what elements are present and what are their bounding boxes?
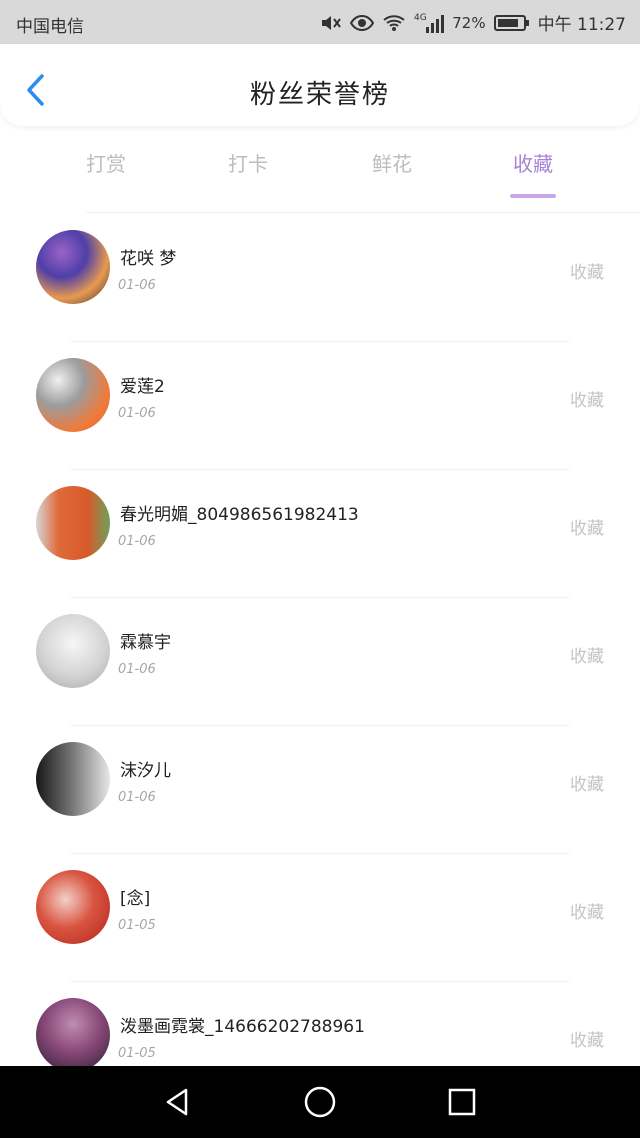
date-label: 01-06 bbox=[118, 534, 156, 549]
tab-divider bbox=[86, 212, 640, 213]
action-label[interactable]: 收藏 bbox=[570, 642, 604, 667]
avatar[interactable] bbox=[36, 742, 110, 816]
user-name: [念] bbox=[120, 889, 151, 909]
square-recent-icon bbox=[448, 1088, 476, 1116]
user-name: 泼墨画霓裳_14666202788961 bbox=[120, 1017, 365, 1037]
user-name: 春光明媚_804986561982413 bbox=[120, 505, 359, 525]
nav-recent-button[interactable] bbox=[444, 1084, 480, 1120]
list-item[interactable]: [念] 01-05 收藏 bbox=[0, 854, 640, 982]
network-label: 4G bbox=[414, 13, 427, 23]
battery-percent: 72% bbox=[452, 13, 486, 32]
tab-label: 鲜花 bbox=[372, 152, 412, 176]
action-label[interactable]: 收藏 bbox=[570, 258, 604, 283]
status-bar: 中国电信 4G 72% 中午 11:27 bbox=[0, 0, 640, 44]
avatar[interactable] bbox=[36, 486, 110, 560]
list-item[interactable]: 沫汐儿 01-06 收藏 bbox=[0, 726, 640, 854]
user-name: 爱莲2 bbox=[120, 377, 165, 397]
nav-back-button[interactable] bbox=[160, 1084, 196, 1120]
system-nav-bar bbox=[0, 1066, 640, 1138]
triangle-back-icon bbox=[166, 1088, 188, 1116]
avatar[interactable] bbox=[36, 870, 110, 944]
tab-xianhua[interactable]: 鲜花 bbox=[332, 148, 452, 192]
tab-daka[interactable]: 打卡 bbox=[188, 148, 308, 192]
tab-bar: 打赏 打卡 鲜花 收藏 bbox=[0, 140, 640, 200]
user-name: 花咲 梦 bbox=[120, 249, 177, 269]
nav-home-button[interactable] bbox=[302, 1084, 338, 1120]
action-label[interactable]: 收藏 bbox=[570, 386, 604, 411]
status-icons: 4G 72% 中午 11:27 bbox=[320, 10, 626, 35]
action-label[interactable]: 收藏 bbox=[570, 898, 604, 923]
list-item[interactable]: 春光明媚_804986561982413 01-06 收藏 bbox=[0, 470, 640, 598]
tab-dashang[interactable]: 打赏 bbox=[46, 148, 166, 192]
date-label: 01-06 bbox=[118, 662, 156, 677]
mute-icon bbox=[320, 13, 342, 33]
action-label[interactable]: 收藏 bbox=[570, 514, 604, 539]
active-tab-indicator bbox=[510, 194, 556, 198]
action-label[interactable]: 收藏 bbox=[570, 770, 604, 795]
list-item[interactable]: 爱莲2 01-06 收藏 bbox=[0, 342, 640, 470]
date-label: 01-06 bbox=[118, 406, 156, 421]
avatar[interactable] bbox=[36, 998, 110, 1072]
tab-label: 打赏 bbox=[86, 152, 126, 176]
action-label[interactable]: 收藏 bbox=[570, 1026, 604, 1051]
list-item[interactable]: 霖慕宇 01-06 收藏 bbox=[0, 598, 640, 726]
page-title: 粉丝荣誉榜 bbox=[249, 80, 390, 110]
signal-icon: 4G bbox=[414, 12, 445, 34]
avatar[interactable] bbox=[36, 614, 110, 688]
page-header: 粉丝荣誉榜 bbox=[0, 44, 640, 126]
user-name: 霖慕宇 bbox=[120, 633, 171, 653]
date-label: 01-05 bbox=[118, 1046, 156, 1061]
battery-icon bbox=[493, 14, 530, 32]
avatar[interactable] bbox=[36, 230, 110, 304]
eye-icon bbox=[350, 14, 375, 32]
list-item[interactable]: 花咲 梦 01-06 收藏 bbox=[0, 214, 640, 342]
date-label: 01-06 bbox=[118, 790, 156, 805]
tab-label: 打卡 bbox=[228, 152, 268, 176]
date-label: 01-06 bbox=[118, 278, 156, 293]
tab-label: 收藏 bbox=[513, 152, 553, 176]
tab-shoucang[interactable]: 收藏 bbox=[473, 148, 593, 198]
circle-home-icon bbox=[304, 1086, 336, 1118]
avatar[interactable] bbox=[36, 358, 110, 432]
user-name: 沫汐儿 bbox=[120, 761, 171, 781]
carrier-label: 中国电信 bbox=[16, 17, 84, 37]
date-label: 01-05 bbox=[118, 918, 156, 933]
wifi-icon bbox=[382, 14, 406, 32]
clock: 中午 11:27 bbox=[537, 15, 626, 35]
fan-list: 花咲 梦 01-06 收藏 爱莲2 01-06 收藏 春光明媚_80498656… bbox=[0, 214, 640, 1110]
